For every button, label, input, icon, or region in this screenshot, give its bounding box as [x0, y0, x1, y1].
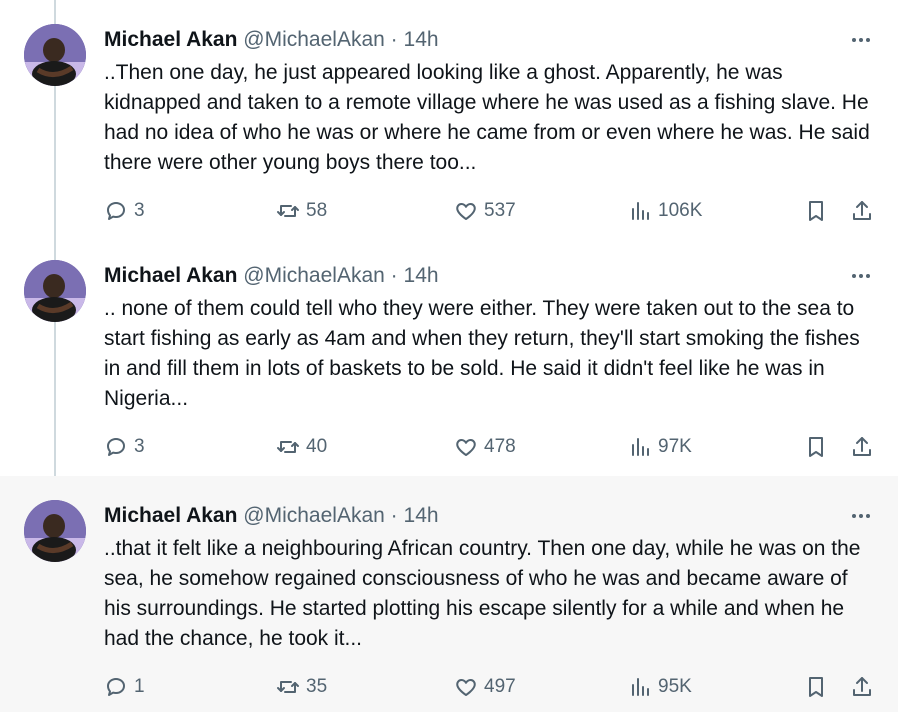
retweet-button[interactable]: 35	[276, 672, 327, 702]
timestamp[interactable]: 14h	[404, 504, 439, 527]
reply-icon	[107, 202, 125, 220]
like-count: 497	[484, 676, 516, 697]
retweet-button[interactable]: 40	[276, 432, 327, 462]
more-icon[interactable]	[846, 262, 876, 290]
reply-count: 3	[134, 200, 145, 221]
retweet-icon	[277, 441, 299, 453]
avatar[interactable]	[24, 500, 86, 562]
views-icon	[632, 678, 649, 696]
reply-button[interactable]: 1	[104, 672, 145, 702]
share-button[interactable]	[850, 196, 874, 226]
reply-count: 1	[134, 676, 145, 697]
tweet[interactable]: Michael Akan @MichaelAkan · 14h ..that i…	[0, 476, 898, 712]
timestamp[interactable]: 14h	[404, 28, 439, 51]
heart-icon	[456, 203, 476, 220]
views-button[interactable]: 95K	[628, 672, 692, 702]
reply-button[interactable]: 3	[104, 432, 145, 462]
retweet-count: 40	[306, 436, 328, 457]
views-count: 97K	[658, 436, 692, 457]
avatar[interactable]	[24, 260, 86, 322]
retweet-icon	[277, 681, 299, 693]
views-button[interactable]: 106K	[628, 196, 702, 226]
tweet-header: Michael Akan @MichaelAkan · 14h	[104, 26, 439, 54]
heart-icon	[456, 439, 476, 456]
reply-icon	[107, 438, 125, 456]
avatar[interactable]	[24, 24, 86, 86]
author-name[interactable]: Michael Akan	[104, 264, 237, 287]
reply-button[interactable]: 3	[104, 196, 145, 226]
author-handle[interactable]: @MichaelAkan	[243, 504, 385, 527]
tweet[interactable]: Michael Akan @MichaelAkan · 14h .. none …	[0, 236, 898, 472]
tweet-text: .. none of them could tell who they were…	[104, 297, 860, 410]
like-button[interactable]: 478	[454, 432, 516, 462]
share-icon	[853, 201, 871, 220]
bookmark-icon	[809, 437, 823, 457]
tweet[interactable]: Michael Akan @MichaelAkan · 14h ..Then o…	[0, 0, 898, 236]
share-icon	[853, 437, 871, 456]
views-icon	[632, 438, 649, 456]
reply-icon	[107, 678, 125, 696]
like-count: 537	[484, 200, 516, 221]
like-button[interactable]: 497	[454, 672, 516, 702]
separator: ·	[390, 504, 398, 527]
bookmark-button[interactable]	[804, 432, 828, 462]
share-icon	[853, 677, 871, 696]
retweet-button[interactable]: 58	[276, 196, 327, 226]
author-name[interactable]: Michael Akan	[104, 28, 237, 51]
share-button[interactable]	[850, 432, 874, 462]
heart-icon	[456, 679, 476, 696]
action-bar: 3 58 537 106K	[104, 196, 884, 226]
separator: ·	[390, 264, 398, 287]
like-button[interactable]: 537	[454, 196, 516, 226]
views-count: 106K	[658, 200, 703, 221]
bookmark-icon	[809, 677, 823, 697]
bookmark-button[interactable]	[804, 672, 828, 702]
views-count: 95K	[658, 676, 692, 697]
reply-count: 3	[134, 436, 145, 457]
author-name[interactable]: Michael Akan	[104, 504, 237, 527]
timestamp[interactable]: 14h	[404, 264, 439, 287]
retweet-icon	[277, 205, 299, 217]
more-icon[interactable]	[846, 502, 876, 530]
share-button[interactable]	[850, 672, 874, 702]
author-handle[interactable]: @MichaelAkan	[243, 264, 385, 287]
more-icon[interactable]	[846, 26, 876, 54]
action-bar: 3 40 478 97K	[104, 432, 884, 462]
retweet-count: 58	[306, 200, 328, 221]
action-bar: 1 35 497 95K	[104, 672, 884, 702]
author-handle[interactable]: @MichaelAkan	[243, 28, 385, 51]
tweet-header: Michael Akan @MichaelAkan · 14h	[104, 262, 439, 290]
bookmark-button[interactable]	[804, 196, 828, 226]
like-count: 478	[484, 436, 516, 457]
tweet-text: ..Then one day, he just appeared looking…	[104, 61, 870, 174]
bookmark-icon	[809, 201, 823, 221]
tweet-header: Michael Akan @MichaelAkan · 14h	[104, 502, 439, 530]
views-icon	[632, 202, 649, 220]
retweet-count: 35	[306, 676, 328, 697]
views-button[interactable]: 97K	[628, 432, 692, 462]
tweet-text: ..that it felt like a neighbouring Afric…	[104, 537, 861, 650]
separator: ·	[390, 28, 398, 51]
